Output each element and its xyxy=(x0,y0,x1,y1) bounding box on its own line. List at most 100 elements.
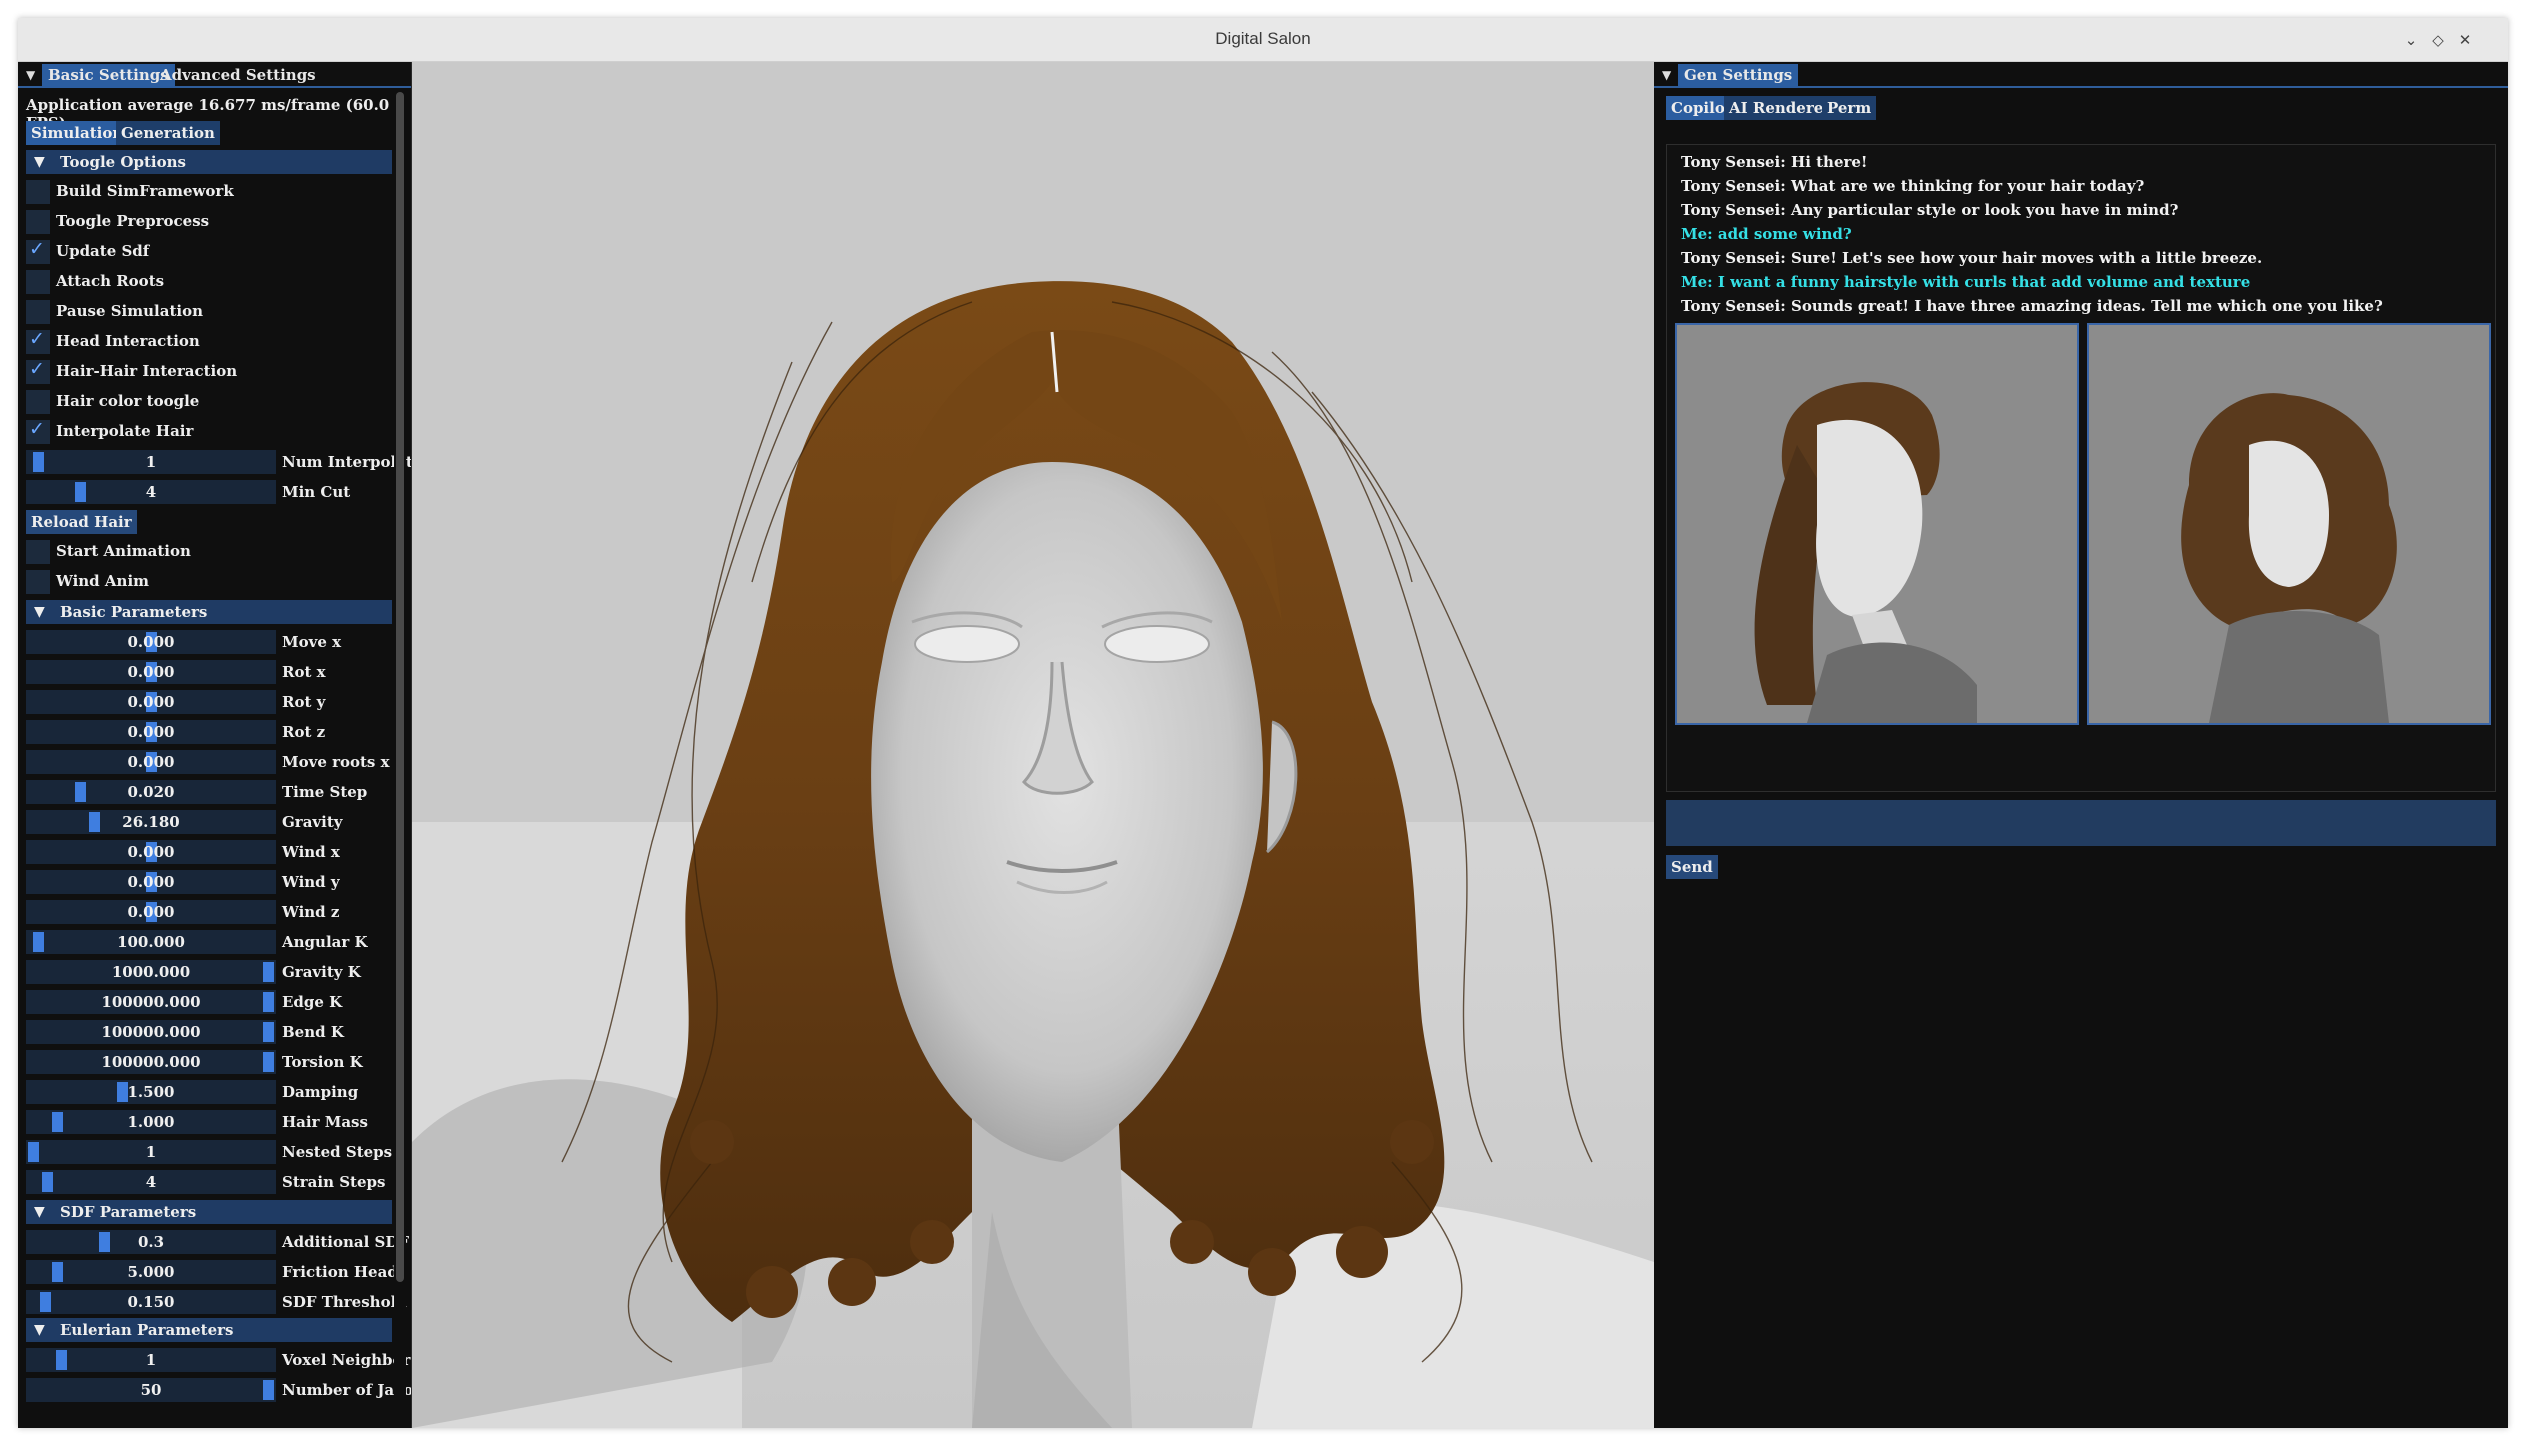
collapse-icon[interactable]: ▼ xyxy=(26,68,35,82)
checkbox-box[interactable] xyxy=(26,270,50,294)
slider-label: Gravity xyxy=(282,813,343,831)
slider-value: 5.000 xyxy=(127,1263,175,1281)
collapse-icon[interactable]: ▼ xyxy=(1662,68,1671,82)
checkbox-toogle-preprocess[interactable]: Toogle Preprocess xyxy=(26,208,392,234)
subtab-generation[interactable]: Generation xyxy=(116,121,220,145)
slider-track[interactable]: 50 xyxy=(26,1378,276,1402)
slider-value: 100000.000 xyxy=(101,993,201,1011)
copilot-chat-log: Tony Sensei: Hi there! Tony Sensei: What … xyxy=(1666,144,2496,792)
left-tab-bar: ▼ Basic Settings Advanced Settings xyxy=(18,62,411,88)
subtab-perm[interactable]: Perm xyxy=(1822,96,1877,120)
checkbox-box[interactable]: ✓ xyxy=(26,238,50,264)
checkbox-box[interactable] xyxy=(26,570,50,594)
slider-value: 0.000 xyxy=(127,843,175,861)
hairstyle-option-1[interactable] xyxy=(1675,323,2079,725)
slider-track[interactable]: 1 xyxy=(26,450,276,474)
slider-track[interactable]: 4 xyxy=(26,1170,276,1194)
slider-track[interactable]: 0.000 xyxy=(26,690,276,714)
slider-track[interactable]: 0.000 xyxy=(26,660,276,684)
slider-label: Rot z xyxy=(282,723,326,741)
checkbox-wind-anim[interactable]: Wind Anim xyxy=(26,568,392,594)
slider-track[interactable]: 26.180 xyxy=(26,810,276,834)
checkbox-box[interactable]: ✓ xyxy=(26,358,50,384)
checkbox-label: Wind Anim xyxy=(56,572,150,590)
slider-track[interactable]: 100000.000 xyxy=(26,1050,276,1074)
slider-track[interactable]: 1 xyxy=(26,1348,276,1372)
slider-value: 4 xyxy=(145,1173,157,1191)
slider-angular-k: 100.000 Angular K xyxy=(26,928,392,954)
slider-hair-mass: 1.000 Hair Mass xyxy=(26,1108,392,1134)
slider-track[interactable]: 0.000 xyxy=(26,750,276,774)
checkbox-build-simframework[interactable]: Build SimFramework xyxy=(26,178,392,204)
scrollbar-thumb[interactable] xyxy=(396,92,404,1282)
slider-track[interactable]: 0.150 xyxy=(26,1290,276,1314)
basic-parameters-header[interactable]: ▼ Basic Parameters xyxy=(26,600,392,624)
toggle-options-header[interactable]: ▼ Toogle Options xyxy=(26,150,392,174)
check-icon: ✓ xyxy=(29,328,45,350)
checkbox-box[interactable] xyxy=(26,210,50,234)
checkbox-pause-simulation[interactable]: Pause Simulation xyxy=(26,298,392,324)
checkbox-box[interactable] xyxy=(26,180,50,204)
slider-track[interactable]: 0.000 xyxy=(26,720,276,744)
expand-arrow-icon: ▼ xyxy=(34,1322,45,1338)
left-panel-scrollbar[interactable] xyxy=(394,92,406,1428)
title-bar: Digital Salon ⌄ ◇ ✕ xyxy=(18,18,2508,62)
right-tab-bar: ▼ Gen Settings xyxy=(1654,62,2508,88)
tab-advanced-settings[interactable]: Advanced Settings xyxy=(154,64,322,88)
subtab-ai-renderer[interactable]: AI Renderer xyxy=(1724,96,1837,120)
slider-track[interactable]: 0.000 xyxy=(26,630,276,654)
expand-arrow-icon: ▼ xyxy=(34,604,45,620)
slider-track[interactable]: 100.000 xyxy=(26,930,276,954)
chat-input[interactable] xyxy=(1666,800,2496,846)
right-gen-panel: ▼ Gen Settings Copilot AI Renderer Perm … xyxy=(1654,62,2508,1428)
checkbox-box[interactable] xyxy=(26,540,50,564)
slider-track[interactable]: 100000.000 xyxy=(26,990,276,1014)
slider-move-x: 0.000 Move x xyxy=(26,628,392,654)
assistant-message: Tony Sensei: Any particular style or loo… xyxy=(1681,201,2179,219)
checkbox-attach-roots[interactable]: Attach Roots xyxy=(26,268,392,294)
close-icon[interactable]: ✕ xyxy=(2452,27,2478,53)
slider-track[interactable]: 100000.000 xyxy=(26,1020,276,1044)
slider-label: Strain Steps xyxy=(282,1173,386,1191)
slider-label: Wind x xyxy=(282,843,340,861)
slider-track[interactable]: 0.3 xyxy=(26,1230,276,1254)
minimize-icon[interactable]: ⌄ xyxy=(2398,27,2424,53)
expand-arrow-icon: ▼ xyxy=(34,1204,45,1220)
tab-gen-settings[interactable]: Gen Settings xyxy=(1678,64,1799,88)
slider-track[interactable]: 5.000 xyxy=(26,1260,276,1284)
reload-hair-button[interactable]: Reload Hair xyxy=(26,510,137,534)
slider-sdf-threshold: 0.150 SDF Threshold xyxy=(26,1288,407,1314)
checkbox-update-sdf[interactable]: ✓ Update Sdf xyxy=(26,238,392,264)
checkbox-box[interactable]: ✓ xyxy=(26,328,50,354)
checkbox-box[interactable]: ✓ xyxy=(26,418,50,444)
checkbox-box[interactable] xyxy=(26,300,50,324)
slider-label: Friction Head xyxy=(282,1263,398,1281)
hairstyle-option-2[interactable] xyxy=(2087,323,2491,725)
3d-viewport[interactable] xyxy=(412,62,1654,1428)
checkbox-box[interactable] xyxy=(26,390,50,414)
slider-track[interactable]: 1.500 xyxy=(26,1080,276,1104)
slider-track[interactable]: 0.000 xyxy=(26,900,276,924)
slider-value: 0.150 xyxy=(127,1293,175,1311)
slider-track[interactable]: 0.020 xyxy=(26,780,276,804)
checkbox-hair-hair-interaction[interactable]: ✓ Hair-Hair Interaction xyxy=(26,358,392,384)
checkbox-head-interaction[interactable]: ✓ Head Interaction xyxy=(26,328,392,354)
slider-damping: 1.500 Damping xyxy=(26,1078,392,1104)
subtab-simulation[interactable]: Simulation xyxy=(26,121,129,145)
checkbox-start-animation[interactable]: Start Animation xyxy=(26,538,392,564)
checkbox-interpolate-hair[interactable]: ✓ Interpolate Hair xyxy=(26,418,392,444)
slider-track[interactable]: 0.000 xyxy=(26,870,276,894)
eulerian-parameters-header[interactable]: ▼ Eulerian Parameters xyxy=(26,1318,392,1342)
send-button[interactable]: Send xyxy=(1666,855,1718,879)
slider-track[interactable]: 1 xyxy=(26,1140,276,1164)
slider-rot-x: 0.000 Rot x xyxy=(26,658,392,684)
slider-wind-z: 0.000 Wind z xyxy=(26,898,392,924)
check-icon: ✓ xyxy=(29,238,45,260)
checkbox-hair-color-toogle[interactable]: Hair color toogle xyxy=(26,388,392,414)
slider-track[interactable]: 0.000 xyxy=(26,840,276,864)
slider-track[interactable]: 1.000 xyxy=(26,1110,276,1134)
sdf-parameters-header[interactable]: ▼ SDF Parameters xyxy=(26,1200,392,1224)
slider-track[interactable]: 1000.000 xyxy=(26,960,276,984)
maximize-icon[interactable]: ◇ xyxy=(2425,27,2451,53)
slider-track[interactable]: 4 xyxy=(26,480,276,504)
